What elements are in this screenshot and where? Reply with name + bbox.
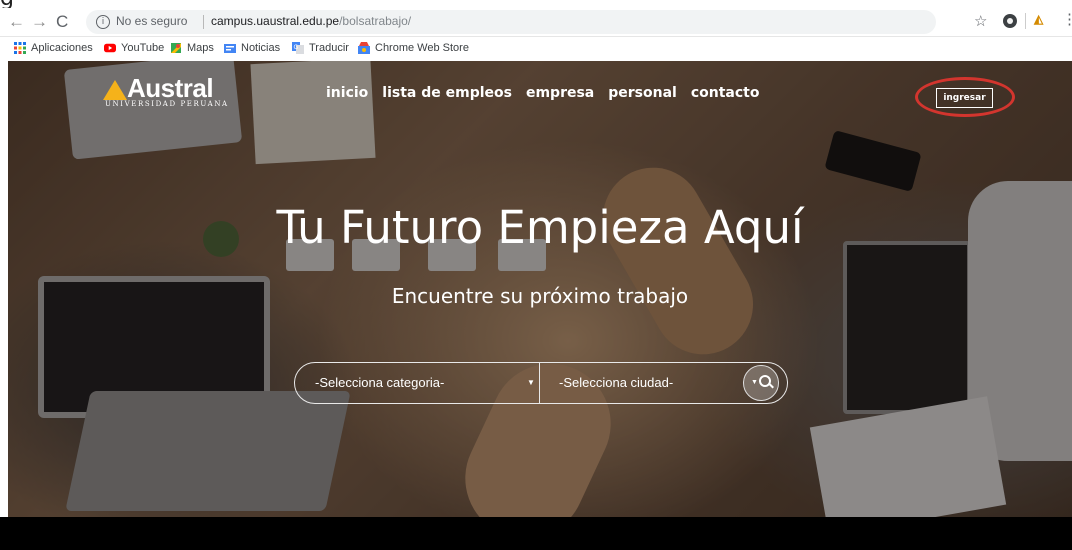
apps-grid-icon [14, 42, 26, 54]
hero-subtitle: Encuentre su próximo trabajo [391, 284, 689, 308]
city-dropdown-arrow-icon: ▼ [751, 379, 758, 386]
nav-inicio[interactable]: inicio [326, 85, 368, 101]
profile-extension-icon[interactable]: ◭ [1034, 12, 1043, 26]
bookmark-news[interactable]: Noticias [224, 42, 280, 54]
address-bar-row: ← → C i No es seguro campus.uaustral.edu… [0, 8, 1072, 37]
bookmark-apps[interactable]: Aplicaciones [14, 42, 93, 54]
nav-personal[interactable]: personal [608, 85, 677, 101]
background-phone [824, 130, 922, 192]
main-nav: inicio lista de empleos empresa personal… [326, 85, 774, 101]
news-icon [224, 44, 236, 53]
url-path: /bolsatrabajo/ [339, 14, 412, 28]
background-papers [809, 396, 1007, 517]
category-select[interactable]: -Selecciona categoria- [315, 375, 444, 390]
omnibox-separator [203, 15, 204, 29]
bookmark-label: Chrome Web Store [375, 42, 469, 54]
login-button[interactable]: ingresar [936, 88, 993, 108]
translate-icon: G [292, 42, 304, 54]
nav-lista-de-empleos[interactable]: lista de empleos [382, 85, 512, 101]
menu-icon[interactable]: ⋮ [1062, 10, 1072, 28]
logo-mark-icon [103, 80, 127, 100]
background-laptop-right [843, 241, 971, 414]
bookmark-translate[interactable]: G Traducir [292, 42, 349, 54]
search-divider [539, 363, 540, 403]
hero-section: Austral UNIVERSIDAD PERUANA inicio lista… [8, 61, 1072, 517]
category-dropdown-arrow-icon[interactable]: ▼ [527, 378, 535, 387]
top-caption: g [0, 0, 1072, 8]
youtube-icon [104, 43, 116, 53]
omnibox[interactable]: i No es seguro campus.uaustral.edu.pe/bo… [86, 10, 936, 34]
extension-icon[interactable] [1003, 14, 1017, 28]
back-icon[interactable]: ← [8, 12, 25, 32]
background-keyboard [65, 391, 351, 511]
svg-text:G: G [294, 44, 299, 51]
search-button[interactable]: ▼ [743, 365, 779, 401]
hero-title: Tu Futuro Empieza Aquí [276, 201, 804, 254]
background-arm [584, 149, 772, 373]
nav-empresa[interactable]: empresa [526, 85, 594, 101]
login-highlight-circle: ingresar [915, 77, 1015, 117]
bookmark-label: Traducir [309, 42, 349, 54]
bookmarks-bar: Aplicaciones YouTube Maps Noticias G Tra… [0, 37, 1072, 61]
city-select[interactable]: -Selecciona ciudad- [559, 375, 673, 390]
url-text[interactable]: campus.uaustral.edu.pe/bolsatrabajo/ [211, 14, 411, 28]
info-icon[interactable]: i [96, 15, 110, 29]
background-notebook [250, 61, 376, 165]
footer-bar [0, 517, 1072, 550]
bookmark-star-icon[interactable]: ☆ [974, 12, 987, 30]
nav-contacto[interactable]: contacto [691, 85, 760, 101]
forward-icon[interactable]: → [31, 12, 48, 32]
bookmark-maps[interactable]: Maps [170, 42, 214, 54]
search-icon [759, 375, 771, 387]
bookmark-label: Noticias [241, 42, 281, 54]
bookmark-label: Maps [187, 42, 214, 54]
webstore-icon [358, 42, 370, 54]
maps-icon [171, 43, 181, 53]
reload-icon[interactable]: C [56, 12, 68, 32]
logo-subtitle: UNIVERSIDAD PERUANA [105, 100, 229, 108]
bookmark-youtube[interactable]: YouTube [104, 42, 164, 54]
bookmark-label: Aplicaciones [31, 42, 93, 54]
insecure-label[interactable]: No es seguro [116, 14, 187, 28]
bookmark-webstore[interactable]: Chrome Web Store [358, 42, 469, 54]
job-search-bar: -Selecciona categoria- ▼ -Selecciona ciu… [294, 362, 788, 404]
url-host: campus.uaustral.edu.pe [211, 14, 340, 28]
bookmark-label: YouTube [121, 42, 165, 54]
toolbar-separator [1025, 13, 1026, 29]
